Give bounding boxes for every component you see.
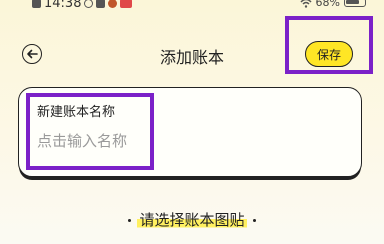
status-time: 14:38 (44, 0, 82, 11)
sticker-section-label: 请选择账本图贴 (137, 211, 247, 229)
status-left: 14:38 (32, 0, 133, 11)
app-icon (108, 0, 118, 8)
battery-icon (344, 0, 366, 7)
signal-icon (32, 0, 41, 8)
dot-right (252, 219, 256, 222)
header: 添加账本 保存 (0, 16, 384, 78)
app-icon-2 (120, 0, 133, 8)
battery-percent: 68% (315, 0, 340, 9)
wifi-icon (300, 0, 312, 8)
message-icon (96, 0, 106, 8)
account-name-label: 新建账本名称 (37, 105, 116, 120)
save-button[interactable]: 保存 (305, 41, 353, 67)
status-bar: 14:38 68% (0, 0, 384, 14)
notification-icon (84, 0, 94, 8)
account-name-input[interactable] (35, 128, 147, 154)
status-right: 68% (300, 0, 366, 9)
sticker-section-title: 请选择账本图贴 (0, 209, 384, 230)
dot-left (128, 219, 132, 222)
